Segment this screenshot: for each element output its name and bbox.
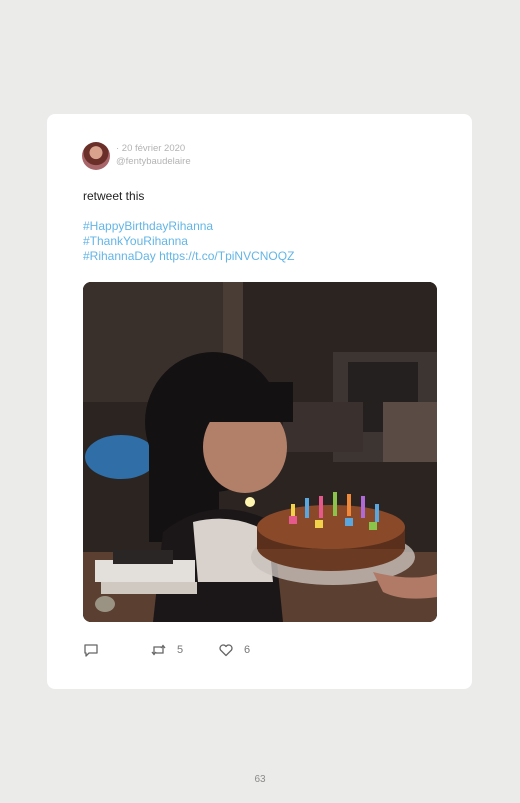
- like-button[interactable]: 6: [218, 642, 250, 658]
- tweet-date[interactable]: · 20 février 2020: [116, 143, 185, 154]
- reply-button[interactable]: [83, 642, 99, 658]
- retweet-arrows-icon: [150, 642, 167, 658]
- user-handle[interactable]: @fentybaudelaire: [116, 156, 191, 167]
- page-number: 63: [254, 774, 266, 785]
- retweet-count: 5: [177, 644, 184, 656]
- tweet-url-link[interactable]: https://t.co/TpiNVCNOQZ: [159, 249, 294, 263]
- tweet-photo[interactable]: [83, 282, 437, 622]
- heart-outline-icon: [218, 642, 234, 658]
- retweet-button[interactable]: 5: [150, 642, 183, 658]
- tweet-links: #HappyBirthdayRihanna #ThankYouRihanna #…: [83, 219, 294, 264]
- tweet-card: · 20 février 2020 @fentybaudelaire retwe…: [47, 114, 472, 689]
- tweet-text: retweet this: [83, 189, 145, 203]
- speech-bubble-icon: [83, 642, 99, 658]
- birthday-cake-photo: [83, 282, 437, 622]
- hashtag-rihannaday[interactable]: #RihannaDay: [83, 249, 156, 263]
- hashtag-happybirthdayrihanna[interactable]: #HappyBirthdayRihanna: [83, 219, 213, 233]
- avatar[interactable]: [82, 142, 110, 170]
- hashtag-thankyourihanna[interactable]: #ThankYouRihanna: [83, 234, 188, 248]
- like-count: 6: [244, 644, 251, 656]
